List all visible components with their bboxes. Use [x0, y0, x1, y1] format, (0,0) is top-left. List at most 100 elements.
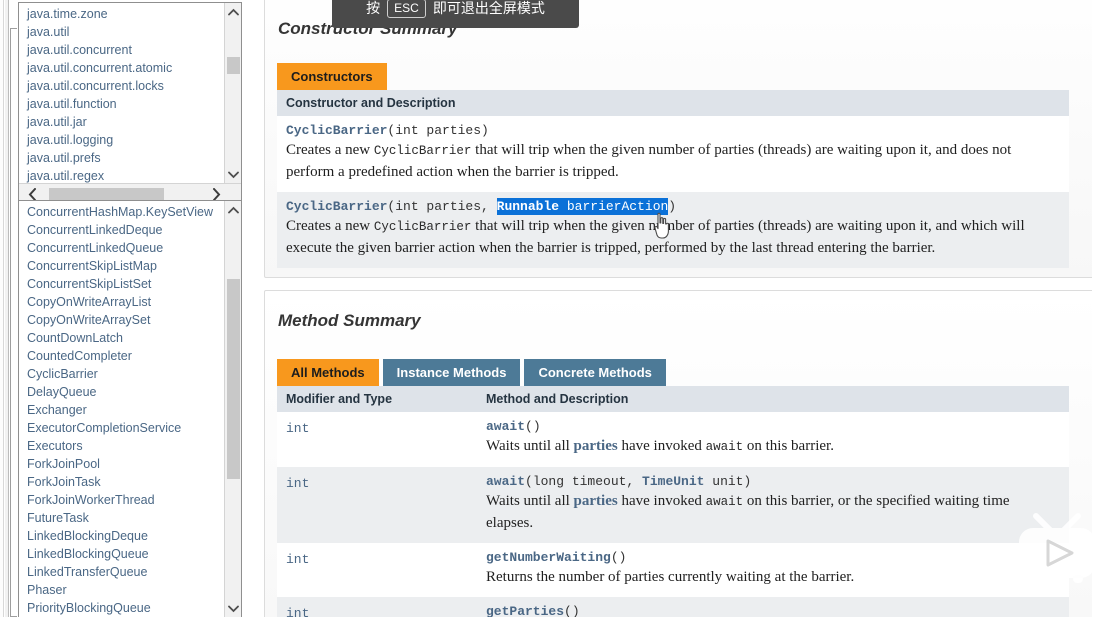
- package-link-9[interactable]: java.util.regex: [25, 167, 224, 183]
- window-edge-outer: [0, 0, 4, 617]
- class-link-2[interactable]: ConcurrentLinkedQueue: [25, 239, 224, 257]
- method-args: (): [525, 419, 541, 434]
- table-row: CyclicBarrier(int parties) Creates a new…: [277, 116, 1069, 192]
- method-summary-section: Method Summary All Methods Instance Meth…: [264, 290, 1102, 617]
- class-link-4[interactable]: ConcurrentSkipListSet: [25, 275, 224, 293]
- toast-prefix: 按: [366, 0, 381, 16]
- package-link-5[interactable]: java.util.function: [25, 95, 224, 113]
- chevron-down-icon[interactable]: [225, 166, 241, 183]
- constructor-args: (int parties): [387, 123, 489, 138]
- method-col-header-modifier: Modifier and Type: [277, 386, 477, 412]
- class-link-22[interactable]: PriorityBlockingQueue: [25, 599, 224, 617]
- package-link-4[interactable]: java.util.concurrent.locks: [25, 77, 224, 95]
- window-edge-inner: [5, 0, 9, 617]
- table-row: int getNumberWaiting() Returns the numbe…: [277, 543, 1069, 597]
- method-name-link[interactable]: getParties: [486, 604, 564, 617]
- chevron-down-icon[interactable]: [225, 600, 241, 617]
- class-link-3[interactable]: ConcurrentSkipListMap: [25, 257, 224, 275]
- class-link-21[interactable]: Phaser: [25, 581, 224, 599]
- class-link-17[interactable]: FutureTask: [25, 509, 224, 527]
- desc-part-1: Waits until all: [486, 438, 574, 454]
- desc-part-1: Creates a new: [286, 142, 374, 158]
- classes-vertical-scrollbar[interactable]: [224, 201, 241, 617]
- package-link-3[interactable]: java.util.concurrent.atomic: [25, 59, 224, 77]
- method-col-header-method: Method and Description: [477, 386, 1069, 412]
- timeunit-type-link[interactable]: TimeUnit: [642, 474, 704, 489]
- desc-part-2: have invoked: [617, 438, 706, 454]
- class-link-1[interactable]: ConcurrentLinkedDeque: [25, 221, 224, 239]
- class-link-5[interactable]: CopyOnWriteArrayList: [25, 293, 224, 311]
- constructor-signature: CyclicBarrier(int parties, Runnable barr…: [286, 198, 1060, 215]
- classes-scroll-thumb[interactable]: [227, 279, 240, 479]
- class-link-16[interactable]: ForkJoinWorkerThread: [25, 491, 224, 509]
- constructor-col-header: Constructor and Description: [277, 90, 1069, 116]
- class-link-14[interactable]: ForkJoinPool: [25, 455, 224, 473]
- desc-part-1: Waits until all: [486, 493, 574, 509]
- packages-vertical-scrollbar[interactable]: [224, 3, 241, 183]
- package-link-0[interactable]: java.time.zone: [25, 5, 224, 23]
- class-link-15[interactable]: ForkJoinTask: [25, 473, 224, 491]
- method-args: (): [564, 604, 580, 617]
- tab-all-methods[interactable]: All Methods: [277, 359, 379, 387]
- esc-key-badge: ESC: [387, 0, 426, 18]
- method-name-link[interactable]: await: [486, 474, 525, 489]
- method-args-post: unit): [704, 474, 752, 489]
- packages-scroll-thumb[interactable]: [227, 57, 240, 74]
- method-table: Modifier and Type Method and Description…: [277, 386, 1069, 617]
- documentation-content: Constructor Summary Constructors Constru…: [252, 0, 1113, 617]
- constructor-args-post: ): [668, 199, 677, 214]
- constructor-table: Constructor and Description CyclicBarrie…: [277, 90, 1069, 268]
- package-link-7[interactable]: java.util.logging: [25, 131, 224, 149]
- class-link-10[interactable]: DelayQueue: [25, 383, 224, 401]
- tab-instance-methods[interactable]: Instance Methods: [382, 359, 521, 387]
- class-link-18[interactable]: LinkedBlockingDeque: [25, 527, 224, 545]
- constructor-description: Creates a new CyclicBarrier that will tr…: [286, 140, 1060, 183]
- method-name-link[interactable]: await: [486, 419, 525, 434]
- method-modifier: int: [286, 476, 310, 491]
- parties-link[interactable]: parties: [574, 493, 618, 509]
- method-description: Waits until all parties have invoked awa…: [486, 491, 1060, 534]
- method-args: (): [610, 550, 627, 565]
- parties-link[interactable]: parties: [574, 438, 618, 454]
- tab-constructors[interactable]: Constructors: [277, 63, 387, 91]
- class-link-11[interactable]: Exchanger: [25, 401, 224, 419]
- page-right-margin: [1092, 0, 1113, 617]
- sidebar: java.time.zone java.util java.util.concurr…: [18, 0, 246, 617]
- package-link-6[interactable]: java.util.jar: [25, 113, 224, 131]
- tab-concrete-methods[interactable]: Concrete Methods: [524, 359, 666, 387]
- runnable-type-link[interactable]: Runnable: [497, 199, 559, 214]
- constructor-tablist: Constructors: [277, 63, 387, 91]
- classes-list[interactable]: ConcurrentHashMap.KeySetView ConcurrentLi…: [19, 201, 224, 617]
- desc-part-1: Creates a new: [286, 218, 374, 234]
- class-link-7[interactable]: CountDownLatch: [25, 329, 224, 347]
- chevron-up-icon[interactable]: [225, 201, 241, 218]
- class-link-8[interactable]: CountedCompleter: [25, 347, 224, 365]
- constructor-name-link[interactable]: CyclicBarrier: [286, 199, 387, 214]
- constructor-name-link[interactable]: CyclicBarrier: [286, 123, 387, 138]
- class-link-19[interactable]: LinkedBlockingQueue: [25, 545, 224, 563]
- desc-part-2: have invoked: [617, 493, 706, 509]
- class-link-20[interactable]: LinkedTransferQueue: [25, 563, 224, 581]
- class-link-6[interactable]: CopyOnWriteArraySet: [25, 311, 224, 329]
- class-link-13[interactable]: Executors: [25, 437, 224, 455]
- method-name-link[interactable]: getNumberWaiting: [486, 550, 611, 565]
- method-modifier: int: [286, 552, 310, 567]
- constructor-summary-section: Constructor Summary Constructors Constru…: [264, 0, 1102, 278]
- class-link-12[interactable]: ExecutorCompletionService: [25, 419, 224, 437]
- package-link-1[interactable]: java.util: [25, 23, 224, 41]
- package-link-8[interactable]: java.util.prefs: [25, 149, 224, 167]
- method-signature: await(long timeout, TimeUnit unit): [486, 474, 1060, 489]
- class-link-0[interactable]: ConcurrentHashMap.KeySetView: [25, 203, 224, 221]
- constructor-args-pre: (int parties,: [387, 199, 497, 214]
- barrier-action-param: barrierAction: [566, 199, 669, 214]
- class-link-9[interactable]: CyclicBarrier: [25, 365, 224, 383]
- method-description: Returns the number of parties currently …: [486, 569, 855, 585]
- chevron-up-icon[interactable]: [225, 3, 241, 20]
- packages-list[interactable]: java.time.zone java.util java.util.concurr…: [19, 3, 224, 183]
- method-args-pre: (long timeout,: [525, 474, 643, 489]
- desc-inline-code: await: [705, 495, 744, 509]
- selected-parameter-highlight[interactable]: Runnable barrierAction: [496, 198, 669, 215]
- method-signature: getNumberWaiting(): [486, 550, 1060, 565]
- method-modifier: int: [286, 606, 310, 617]
- package-link-2[interactable]: java.util.concurrent: [25, 41, 224, 59]
